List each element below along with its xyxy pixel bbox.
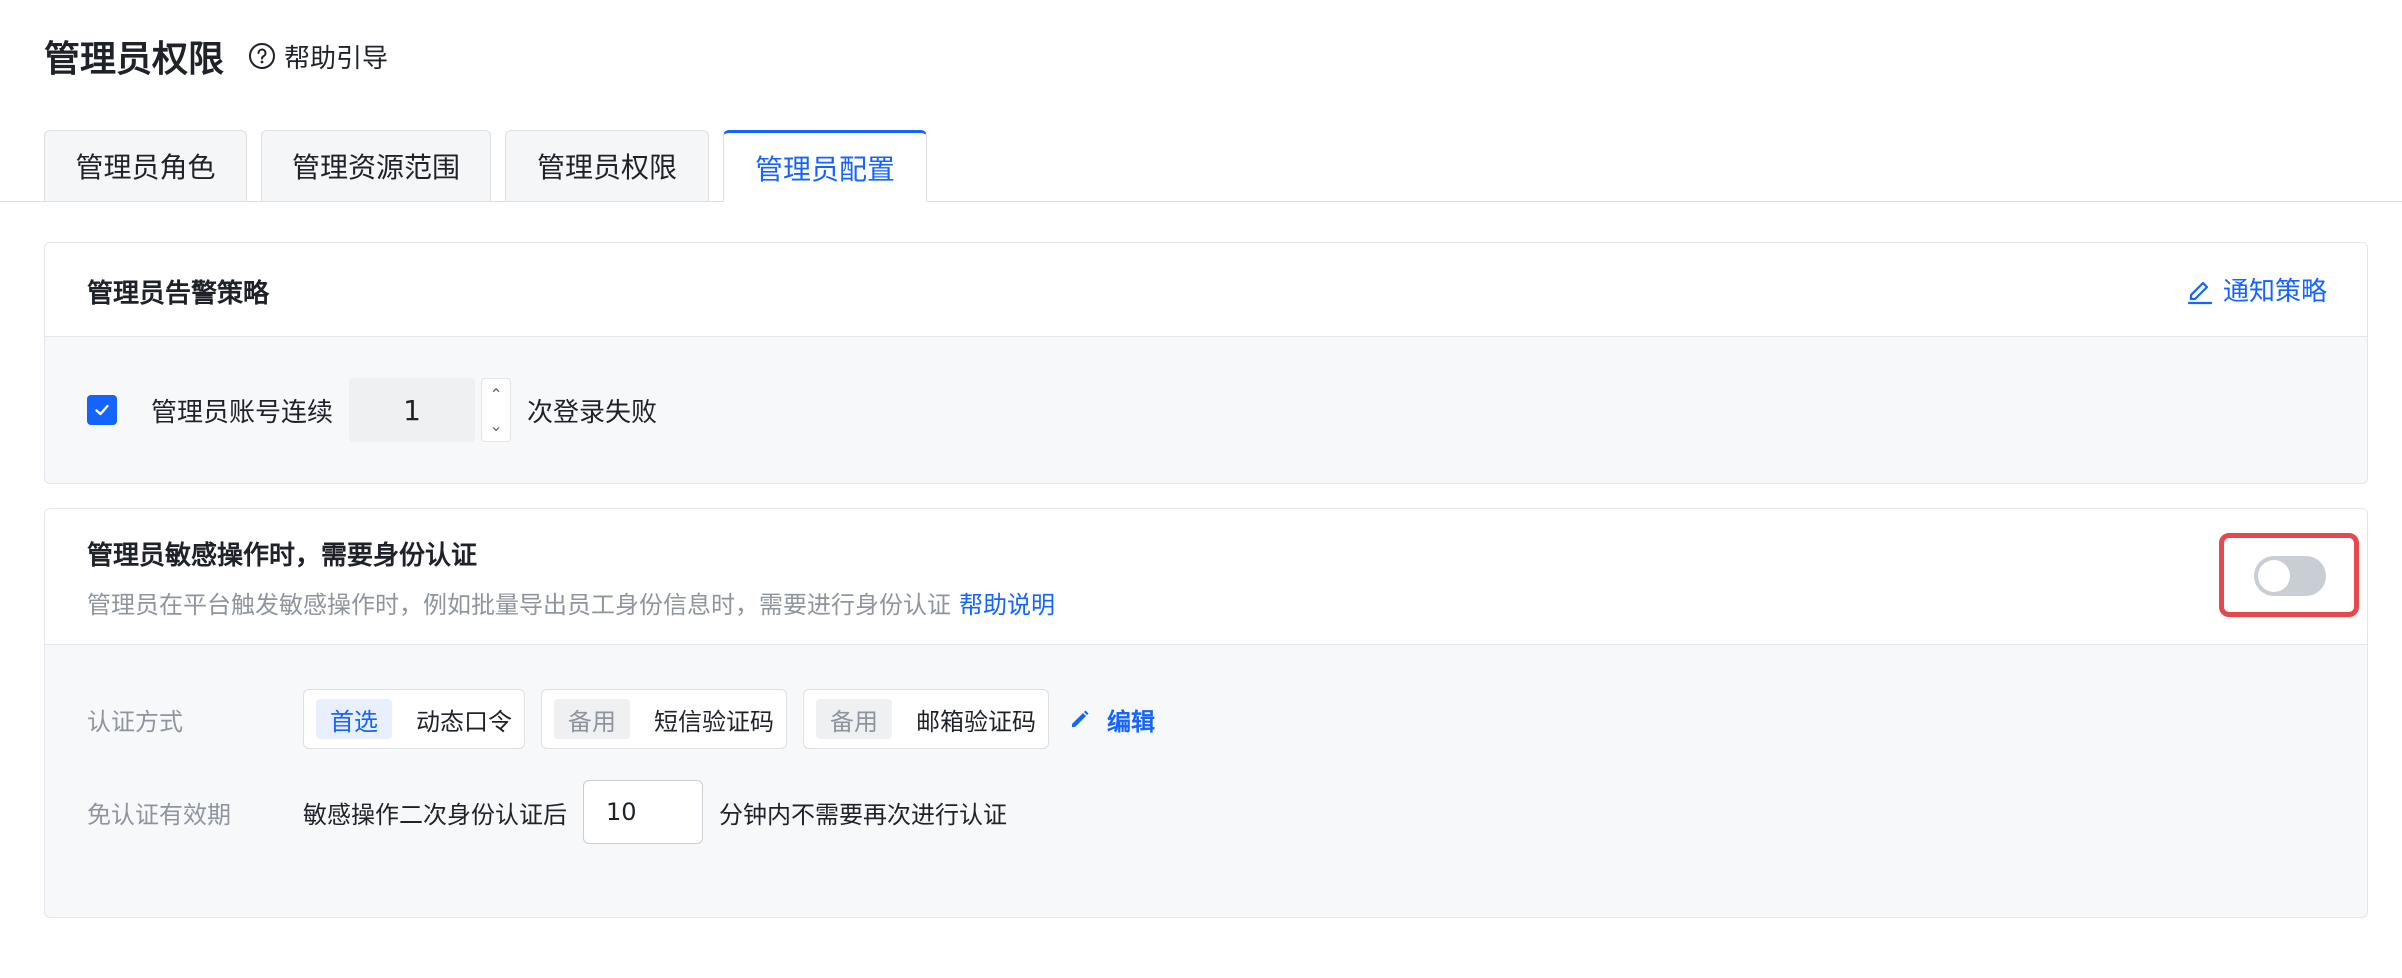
method-name: 邮箱验证码 (916, 707, 1036, 736)
page-header: 管理员权限 帮助引导 (44, 26, 388, 86)
pencil-icon (1072, 710, 1089, 727)
auth-validity-row: 免认证有效期 敏感操作二次身份认证后 分钟内不需要再次进行认证 (87, 780, 1007, 844)
method-name: 动态口令 (416, 707, 512, 736)
validity-suffix: 分钟内不需要再次进行认证 (719, 800, 1007, 829)
method-name: 短信验证码 (654, 707, 774, 736)
chevron-up-icon[interactable]: ⌃ (489, 386, 502, 403)
tab-admin-config[interactable]: 管理员配置 (723, 130, 927, 202)
validity-label: 免认证有效期 (87, 800, 231, 829)
tab-admin-permissions[interactable]: 管理员权限 (505, 130, 709, 201)
method-tag-backup: 备用 (554, 699, 630, 739)
page-title: 管理员权限 (44, 39, 225, 80)
alert-policy-header: 管理员告警策略 通知策略 (45, 243, 2367, 337)
auth-method-dynamic-token: 首选 动态口令 (303, 689, 525, 749)
validity-prefix: 敏感操作二次身份认证后 (303, 800, 567, 829)
edit-methods-button[interactable]: 编辑 (1069, 702, 1155, 737)
help-doc-link[interactable]: 帮助说明 (959, 591, 1055, 619)
toggle-knob (2258, 560, 2290, 592)
auth-method-email: 备用 邮箱验证码 (803, 689, 1049, 749)
login-failure-rule: 管理员账号连续 1 ⌃ ⌄ 次登录失败 (87, 378, 657, 442)
auth-methods-label: 认证方式 (87, 707, 183, 736)
login-failure-checkbox[interactable] (87, 395, 117, 425)
notify-policy-link[interactable]: 通知策略 (2185, 271, 2327, 308)
tab-resource-scope[interactable]: 管理资源范围 (261, 130, 491, 201)
alert-policy-title: 管理员告警策略 (87, 279, 270, 309)
sensitive-auth-description: 管理员在平台触发敏感操作时，例如批量导出员工身份信息时，需要进行身份认证 帮助说明 (87, 585, 1055, 620)
edit-label: 编辑 (1107, 707, 1155, 736)
tab-label: 管理资源范围 (291, 151, 460, 184)
validity-minutes-input[interactable] (583, 780, 703, 844)
auth-methods-row: 认证方式 首选 动态口令 备用 短信验证码 备用 邮箱验证码 编辑 (87, 689, 1155, 749)
sensitive-auth-header: 管理员敏感操作时，需要身份认证 管理员在平台触发敏感操作时，例如批量导出员工身份… (45, 509, 2367, 645)
question-circle-icon (249, 43, 276, 69)
method-tag-backup: 备用 (816, 699, 892, 739)
tab-label: 管理员权限 (536, 151, 677, 184)
tab-admin-roles[interactable]: 管理员角色 (44, 130, 247, 201)
description-text: 管理员在平台触发敏感操作时，例如批量导出员工身份信息时，需要进行身份认证 (87, 591, 951, 619)
failure-count-input[interactable]: 1 (349, 378, 476, 442)
help-guide-link[interactable]: 帮助引导 (248, 38, 388, 75)
notify-policy-label: 通知策略 (2222, 277, 2327, 307)
rule-prefix: 管理员账号连续 (151, 397, 334, 428)
sensitive-auth-toggle[interactable] (2254, 556, 2326, 596)
tab-label: 管理员配置 (754, 152, 895, 186)
alert-policy-card: 管理员告警策略 通知策略 管理员账号连续 1 ⌃ ⌄ 次登录失败 (44, 242, 2368, 484)
sensitive-auth-card: 管理员敏感操作时，需要身份认证 管理员在平台触发敏感操作时，例如批量导出员工身份… (44, 508, 2368, 918)
auth-method-sms: 备用 短信验证码 (541, 689, 787, 749)
help-guide-label: 帮助引导 (284, 43, 389, 74)
tab-label: 管理员角色 (75, 151, 216, 184)
chevron-down-icon[interactable]: ⌄ (489, 417, 502, 434)
edit-underline-icon (2187, 281, 2213, 304)
method-tag-primary: 首选 (316, 699, 392, 739)
sensitive-auth-title: 管理员敏感操作时，需要身份认证 (87, 541, 478, 571)
check-icon (95, 404, 109, 416)
rule-suffix: 次登录失败 (527, 397, 658, 428)
tab-bar: 管理员角色 管理资源范围 管理员权限 管理员配置 (44, 130, 941, 202)
failure-count-stepper: ⌃ ⌄ (481, 378, 512, 442)
